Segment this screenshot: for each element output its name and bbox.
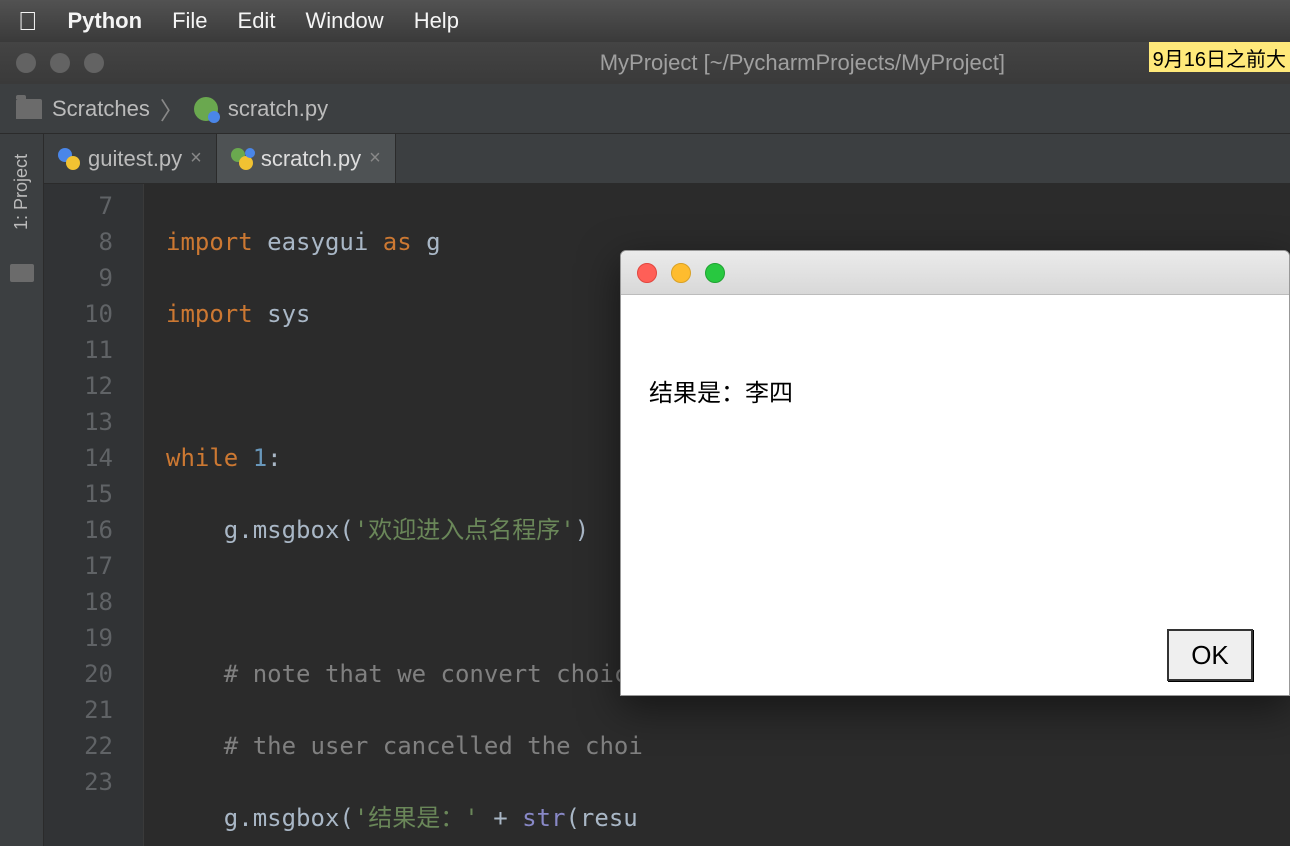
menu-window[interactable]: Window: [305, 8, 383, 34]
python-file-icon: [194, 97, 218, 121]
tab-scratch[interactable]: scratch.py ×: [217, 134, 396, 183]
menu-edit[interactable]: Edit: [238, 8, 276, 34]
ide-titlebar: MyProject [~/PycharmProjects/MyProject] …: [0, 42, 1290, 84]
window-minimize-button[interactable]: [50, 53, 70, 73]
ok-button[interactable]: OK: [1167, 629, 1253, 681]
menu-help[interactable]: Help: [414, 8, 459, 34]
breadcrumb: Scratches 〉 scratch.py: [0, 84, 1290, 134]
left-sidebar: 1: Project: [0, 134, 44, 846]
tab-guitest[interactable]: guitest.py ×: [44, 134, 217, 183]
structure-icon[interactable]: [10, 264, 34, 282]
editor-tabs: guitest.py × scratch.py ×: [44, 134, 1290, 184]
window-traffic-lights: [16, 53, 104, 73]
breadcrumb-folder[interactable]: Scratches: [52, 96, 150, 122]
dialog-titlebar: [621, 251, 1289, 295]
message-dialog: 结果是：李四 OK: [620, 250, 1290, 696]
tab-label: scratch.py: [261, 146, 361, 172]
app-name[interactable]: Python: [68, 8, 143, 34]
dialog-message: 结果是：李四: [621, 295, 1289, 408]
window-title: MyProject [~/PycharmProjects/MyProject]: [285, 50, 1005, 76]
window-close-button[interactable]: [16, 53, 36, 73]
python-scratch-icon: [231, 148, 253, 170]
tab-label: guitest.py: [88, 146, 182, 172]
macos-menubar:  Python File Edit Window Help: [0, 0, 1290, 42]
breadcrumb-file[interactable]: scratch.py: [228, 96, 328, 122]
apple-logo-icon[interactable]: : [18, 6, 38, 37]
python-file-icon: [58, 148, 80, 170]
folder-icon: [16, 99, 42, 119]
project-tool-tab[interactable]: 1: Project: [9, 142, 34, 242]
dialog-close-button[interactable]: [637, 263, 657, 283]
close-icon[interactable]: ×: [369, 147, 381, 170]
line-gutter: 7 8 9 10 11 12 13 14 15 16 17 18 19 20 2…: [44, 184, 144, 846]
chevron-right-icon: 〉: [160, 91, 184, 126]
menu-file[interactable]: File: [172, 8, 207, 34]
dialog-zoom-button[interactable]: [705, 263, 725, 283]
close-icon[interactable]: ×: [190, 147, 202, 170]
dialog-minimize-button[interactable]: [671, 263, 691, 283]
notification-badge[interactable]: 9月16日之前大: [1149, 42, 1290, 72]
window-zoom-button[interactable]: [84, 53, 104, 73]
